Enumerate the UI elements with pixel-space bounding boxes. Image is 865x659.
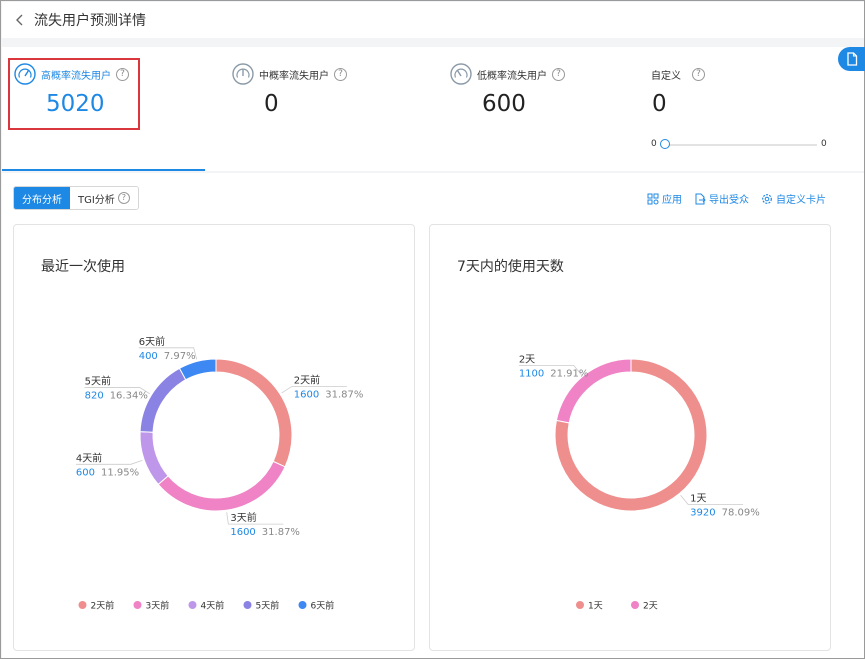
analysis-section: 分布分析 TGI分析 ? 应用 导出受众 自定义卡片 最近一次使用 2天前 16… bbox=[2, 173, 864, 658]
legend-swatch[interactable] bbox=[188, 601, 197, 609]
apps-icon bbox=[647, 193, 659, 204]
slice-label: 3天前 bbox=[230, 511, 256, 524]
stat-value: 5020 bbox=[46, 91, 105, 117]
chart-card-usage-days: 7天内的使用天数 1天 3920 78.09% 2天 1100 21.91% 1天 2天 bbox=[429, 224, 831, 651]
apply-button[interactable]: 应用 bbox=[647, 191, 682, 206]
custom-card-button[interactable]: 自定义卡片 bbox=[761, 191, 826, 206]
donut-slice[interactable] bbox=[157, 460, 286, 512]
donut-slice[interactable] bbox=[178, 358, 217, 381]
tab-label: 分布分析 bbox=[22, 194, 62, 206]
slider-min-label: 0 bbox=[651, 139, 657, 149]
gauge-icon bbox=[450, 63, 472, 85]
legend-swatch[interactable] bbox=[78, 601, 87, 609]
legend-swatch[interactable] bbox=[631, 601, 639, 609]
stat-medium-probability[interactable]: 中概率流失用户 ? 0 bbox=[232, 61, 347, 117]
slice-value-label: 1600 31.87% bbox=[294, 389, 364, 400]
slice-value-label: 3920 78.09% bbox=[690, 508, 760, 519]
legend-label[interactable]: 2天前 bbox=[91, 600, 115, 612]
stat-high-probability[interactable]: 高概率流失用户 ? 5020 bbox=[14, 61, 129, 117]
app-frame: 流失用户预测详情 高概率流失用户 ? 5020 中概率流失用户 ? 0 低概率流… bbox=[0, 0, 865, 659]
active-stat-underline bbox=[2, 169, 205, 171]
slice-value-label: 1100 21.91% bbox=[519, 368, 589, 379]
export-icon bbox=[695, 193, 706, 204]
stat-label: 低概率流失用户 bbox=[477, 70, 547, 82]
document-icon bbox=[847, 52, 858, 66]
help-icon[interactable]: ? bbox=[334, 67, 347, 81]
legend-label[interactable]: 4天前 bbox=[201, 600, 225, 612]
slider-max-label: 0 bbox=[821, 139, 827, 149]
legend-label[interactable]: 5天前 bbox=[256, 600, 280, 612]
donut-chart-usage-days: 1天 3920 78.09% 2天 1100 21.91% 1天 2天 bbox=[519, 354, 760, 612]
page-header: 流失用户预测详情 bbox=[2, 2, 864, 38]
slice-label: 6天前 bbox=[139, 335, 165, 348]
slice-label: 1天 bbox=[690, 494, 706, 505]
side-export-tab[interactable] bbox=[838, 47, 865, 71]
stat-value: 0 bbox=[652, 91, 667, 117]
legend-label[interactable]: 1天 bbox=[588, 602, 603, 612]
help-icon[interactable]: ? bbox=[117, 192, 130, 204]
stat-label: 高概率流失用户 bbox=[41, 70, 111, 82]
slider-handle[interactable] bbox=[660, 139, 670, 149]
stat-label: 自定义 bbox=[651, 70, 681, 82]
custom-card-label: 自定义卡片 bbox=[776, 195, 826, 206]
legend-swatch[interactable] bbox=[133, 601, 142, 609]
probability-stats-panel: 高概率流失用户 ? 5020 中概率流失用户 ? 0 低概率流失用户 ? 600… bbox=[2, 47, 864, 171]
slice-label: 2天 bbox=[519, 354, 535, 365]
slice-value-label: 400 7.97% bbox=[139, 351, 196, 362]
slice-value-label: 1600 31.87% bbox=[230, 527, 300, 538]
tab-label: TGI分析 bbox=[78, 194, 115, 206]
gear-icon bbox=[762, 193, 772, 204]
slice-label: 5天前 bbox=[85, 374, 111, 387]
help-icon[interactable]: ? bbox=[116, 67, 129, 81]
custom-range-slider[interactable] bbox=[661, 144, 817, 146]
stat-low-probability[interactable]: 低概率流失用户 ? 600 bbox=[450, 61, 565, 117]
legend-swatch[interactable] bbox=[576, 601, 584, 609]
export-label: 导出受众 bbox=[709, 195, 749, 206]
page-title: 流失用户预测详情 bbox=[34, 13, 146, 29]
donut-slice[interactable] bbox=[215, 358, 293, 468]
export-audience-button[interactable]: 导出受众 bbox=[694, 191, 749, 206]
slice-label: 4天前 bbox=[76, 451, 102, 464]
legend-label[interactable]: 6天前 bbox=[311, 600, 335, 612]
help-icon[interactable]: ? bbox=[692, 67, 705, 81]
donut-chart-last-use: 2天前 1600 31.87% 3天前 1600 31.87% 4天前 600 11.95% 5天… bbox=[75, 335, 364, 612]
stat-value: 600 bbox=[482, 91, 526, 117]
back-arrow-icon[interactable] bbox=[10, 10, 30, 30]
slice-label: 2天前 bbox=[294, 373, 320, 386]
apply-label: 应用 bbox=[662, 195, 682, 206]
gauge-icon bbox=[232, 63, 254, 85]
tab-distribution[interactable]: 分布分析 bbox=[14, 187, 70, 209]
legend-swatch[interactable] bbox=[243, 601, 252, 609]
donut-slice[interactable] bbox=[139, 431, 169, 486]
tab-tgi[interactable]: TGI分析 ? bbox=[70, 187, 138, 209]
slice-value-label: 600 11.95% bbox=[76, 467, 139, 478]
legend-swatch[interactable] bbox=[298, 601, 307, 609]
analysis-tabs: 分布分析 TGI分析 ? bbox=[13, 186, 139, 210]
slice-value-label: 820 16.34% bbox=[85, 390, 148, 401]
toolbar-actions: 应用 导出受众 自定义卡片 bbox=[647, 191, 826, 206]
stat-label: 中概率流失用户 bbox=[259, 70, 329, 82]
stat-value: 0 bbox=[264, 91, 279, 117]
legend-label[interactable]: 2天 bbox=[643, 602, 658, 612]
legend-label[interactable]: 3天前 bbox=[146, 600, 170, 612]
gauge-icon bbox=[14, 63, 36, 85]
chart-card-last-use: 最近一次使用 2天前 1600 31.87% 3天前 1600 31.87% 4天前 600 1… bbox=[13, 224, 415, 651]
stat-custom[interactable]: 自定义 ? 0 bbox=[651, 61, 705, 117]
help-icon[interactable]: ? bbox=[552, 67, 565, 81]
